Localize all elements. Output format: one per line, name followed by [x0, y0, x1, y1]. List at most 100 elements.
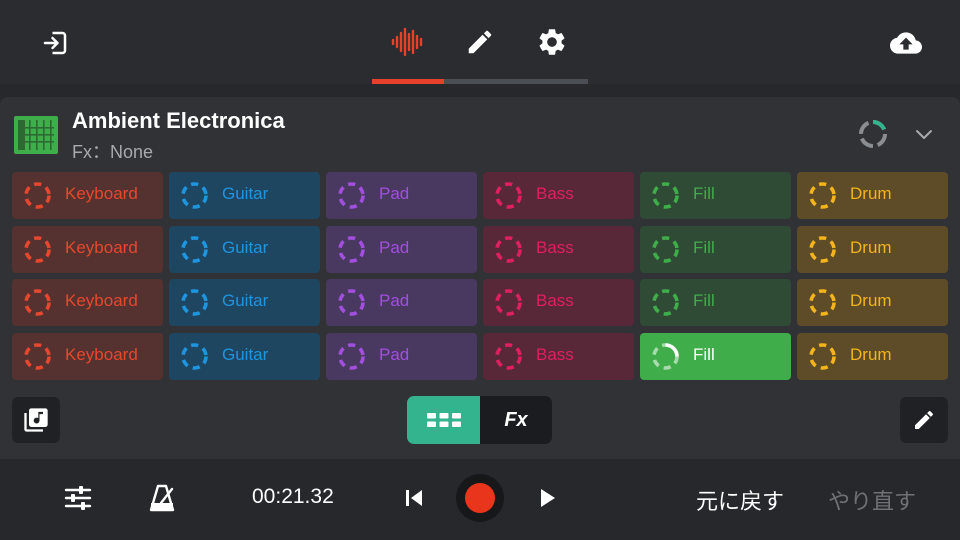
pad-drum[interactable]: Drum: [797, 225, 948, 273]
pad-label: Fill: [693, 237, 715, 257]
edit-pads-button[interactable]: [900, 397, 948, 443]
pad-ring-icon: [809, 182, 836, 209]
collapse-button[interactable]: [910, 120, 938, 148]
pad-ring-icon: [181, 182, 208, 209]
pad-bass[interactable]: Bass: [483, 225, 634, 273]
pad-keyboard[interactable]: Keyboard: [12, 172, 163, 219]
tab-edit[interactable]: [460, 22, 500, 62]
pad-pad[interactable]: Pad: [326, 279, 477, 327]
pad-label: Pad: [379, 291, 410, 311]
skip-previous-icon: [406, 490, 422, 506]
record-button[interactable]: [456, 474, 504, 522]
loading-icon: [859, 120, 887, 148]
pad-drum[interactable]: Drum: [797, 279, 948, 327]
pad-label: Fill: [693, 345, 715, 365]
gear-icon: [539, 29, 565, 55]
music-library-icon: [24, 408, 48, 432]
pad-fill[interactable]: Fill: [640, 333, 791, 381]
metronome-icon: [149, 484, 175, 512]
pad-label: Pad: [379, 345, 410, 365]
exit-button[interactable]: [36, 24, 74, 62]
pad-fill[interactable]: Fill: [640, 225, 791, 273]
play-icon: [541, 489, 555, 507]
pad-bass[interactable]: Bass: [483, 333, 634, 381]
pad-label: Drum: [850, 237, 892, 257]
chevron-down-icon: [916, 130, 932, 139]
record-icon: [465, 483, 495, 513]
pad-pad[interactable]: Pad: [326, 172, 477, 219]
pad-label: Guitar: [222, 345, 269, 365]
pad-ring-icon: [338, 235, 365, 263]
pad-label: Guitar: [222, 237, 269, 257]
pad-label: Fill: [693, 291, 715, 311]
pad-label: Drum: [850, 184, 892, 203]
metronome-button[interactable]: [146, 482, 178, 514]
pad-ring-icon: [809, 343, 836, 370]
pad-ring-icon: [495, 235, 522, 263]
pad-ring-icon: [652, 235, 679, 263]
playback-time: 00:21.32: [252, 485, 334, 508]
pad-label: Bass: [536, 345, 574, 365]
sliders-icon: [64, 486, 92, 510]
sound-library-button[interactable]: [12, 397, 60, 443]
pad-label: Fill: [693, 184, 715, 203]
pad-ring-icon: [181, 289, 208, 317]
pad-label: Bass: [536, 184, 574, 203]
pad-fill[interactable]: Fill: [640, 279, 791, 327]
pad-label: Keyboard: [65, 184, 138, 203]
fx-mode-button[interactable]: Fx: [480, 396, 552, 444]
pad-grid: Keyboard Guitar Pad Bass Fill Drum Keyboard Gui…: [12, 172, 948, 381]
pad-drum[interactable]: Drum: [797, 172, 948, 219]
project-title: Ambient Electronica: [72, 108, 285, 133]
pad-keyboard[interactable]: Keyboard: [12, 279, 163, 327]
pencil-icon: [468, 30, 492, 54]
mixer-button[interactable]: [62, 482, 94, 514]
pad-ring-icon: [338, 343, 365, 370]
pad-bass[interactable]: Bass: [483, 172, 634, 219]
pad-drum[interactable]: Drum: [797, 333, 948, 381]
pad-ring-icon: [24, 235, 51, 263]
play-button[interactable]: [533, 484, 561, 512]
pad-ring-icon: [338, 289, 365, 317]
pad-guitar[interactable]: Guitar: [169, 333, 320, 381]
grid-icon: [426, 413, 461, 427]
pad-ring-icon: [652, 182, 679, 209]
pad-label: Keyboard: [65, 237, 138, 257]
pad-fill[interactable]: Fill: [640, 172, 791, 219]
pad-ring-icon: [181, 343, 208, 370]
tab-waveform[interactable]: [388, 22, 428, 62]
pad-pad[interactable]: Pad: [326, 225, 477, 273]
pad-guitar[interactable]: Guitar: [169, 172, 320, 219]
waveform-icon: [391, 27, 423, 57]
pad-ring-icon: [652, 289, 679, 317]
redo-button: やり直す: [828, 489, 917, 514]
pad-label: Guitar: [222, 291, 269, 311]
pad-pad[interactable]: Pad: [326, 333, 477, 381]
grid-icon: [14, 116, 58, 154]
pad-label: Guitar: [222, 184, 269, 203]
pad-ring-icon: [495, 182, 522, 209]
pad-ring-icon: [809, 289, 836, 317]
pads-mode-button[interactable]: [407, 396, 480, 444]
pad-bass[interactable]: Bass: [483, 279, 634, 327]
pad-label: Keyboard: [65, 291, 138, 311]
exit-icon: [43, 31, 67, 55]
pad-guitar[interactable]: Guitar: [169, 279, 320, 327]
pad-ring-icon: [181, 235, 208, 263]
upload-button[interactable]: [884, 24, 928, 62]
pad-keyboard[interactable]: Keyboard: [12, 333, 163, 381]
pad-ring-icon: [24, 289, 51, 317]
pad-label: Pad: [379, 237, 410, 257]
pad-ring-icon: [652, 343, 679, 370]
pad-ring-icon: [809, 235, 836, 263]
pad-keyboard[interactable]: Keyboard: [12, 225, 163, 273]
pad-ring-icon: [495, 289, 522, 317]
cloud-upload-icon: [890, 32, 922, 54]
skip-back-button[interactable]: [400, 484, 428, 512]
pad-label: Drum: [850, 345, 892, 365]
pad-guitar[interactable]: Guitar: [169, 225, 320, 273]
pad-ring-icon: [495, 343, 522, 370]
tab-settings[interactable]: [532, 22, 572, 62]
pad-ring-icon: [24, 343, 51, 370]
undo-button[interactable]: 元に戻す: [696, 484, 784, 516]
